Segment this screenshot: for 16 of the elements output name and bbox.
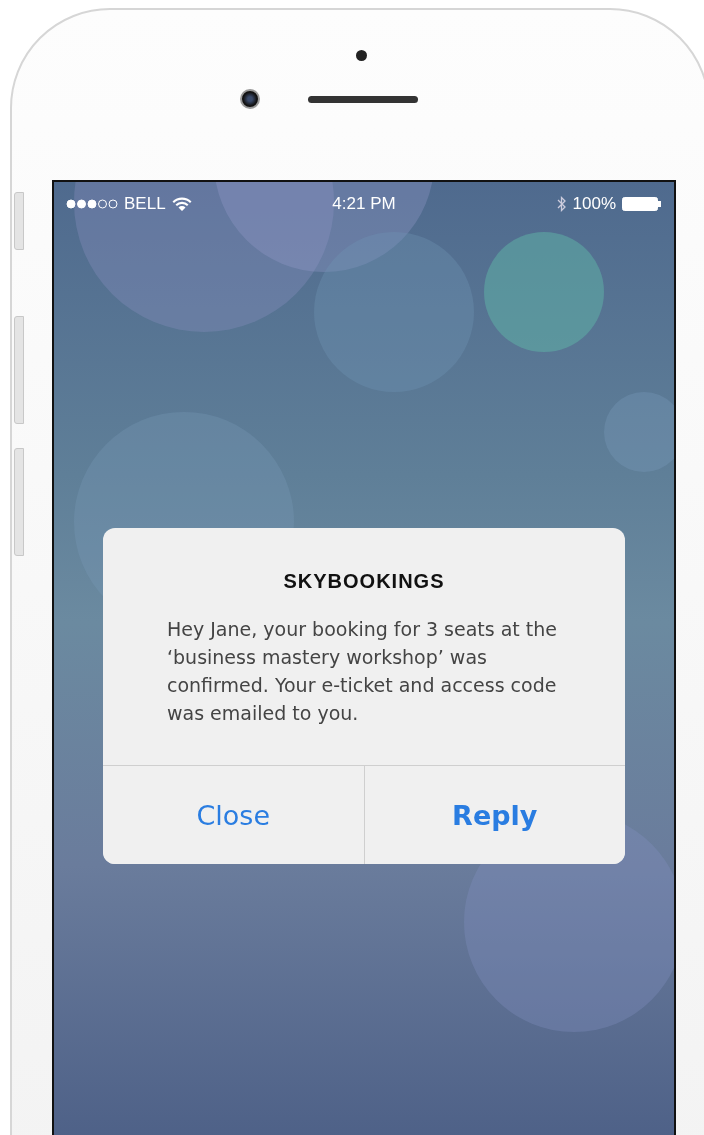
carrier-name: BELL	[124, 194, 166, 214]
battery-percentage: 100%	[572, 194, 616, 214]
wifi-icon	[171, 196, 192, 212]
signal-icon	[66, 199, 118, 209]
bluetooth-icon	[556, 196, 567, 212]
side-button[interactable]	[14, 316, 24, 424]
clock-time: 4:21 PM	[332, 194, 396, 214]
camera-icon	[240, 89, 260, 109]
alert-message: Hey Jane, your booking for 3 seats at the ‘business mastery workshop’ was confirmed. Your e-ticket and access code was emailed to you.	[167, 617, 559, 726]
speaker-icon	[308, 96, 418, 103]
battery-icon	[622, 197, 662, 211]
sensor-icon	[356, 50, 367, 61]
alert-button[interactable]: Reply	[363, 766, 625, 864]
side-button[interactable]	[14, 448, 24, 556]
alert-title: SKYBOOKINGS	[282, 570, 446, 593]
side-button[interactable]	[14, 192, 24, 250]
